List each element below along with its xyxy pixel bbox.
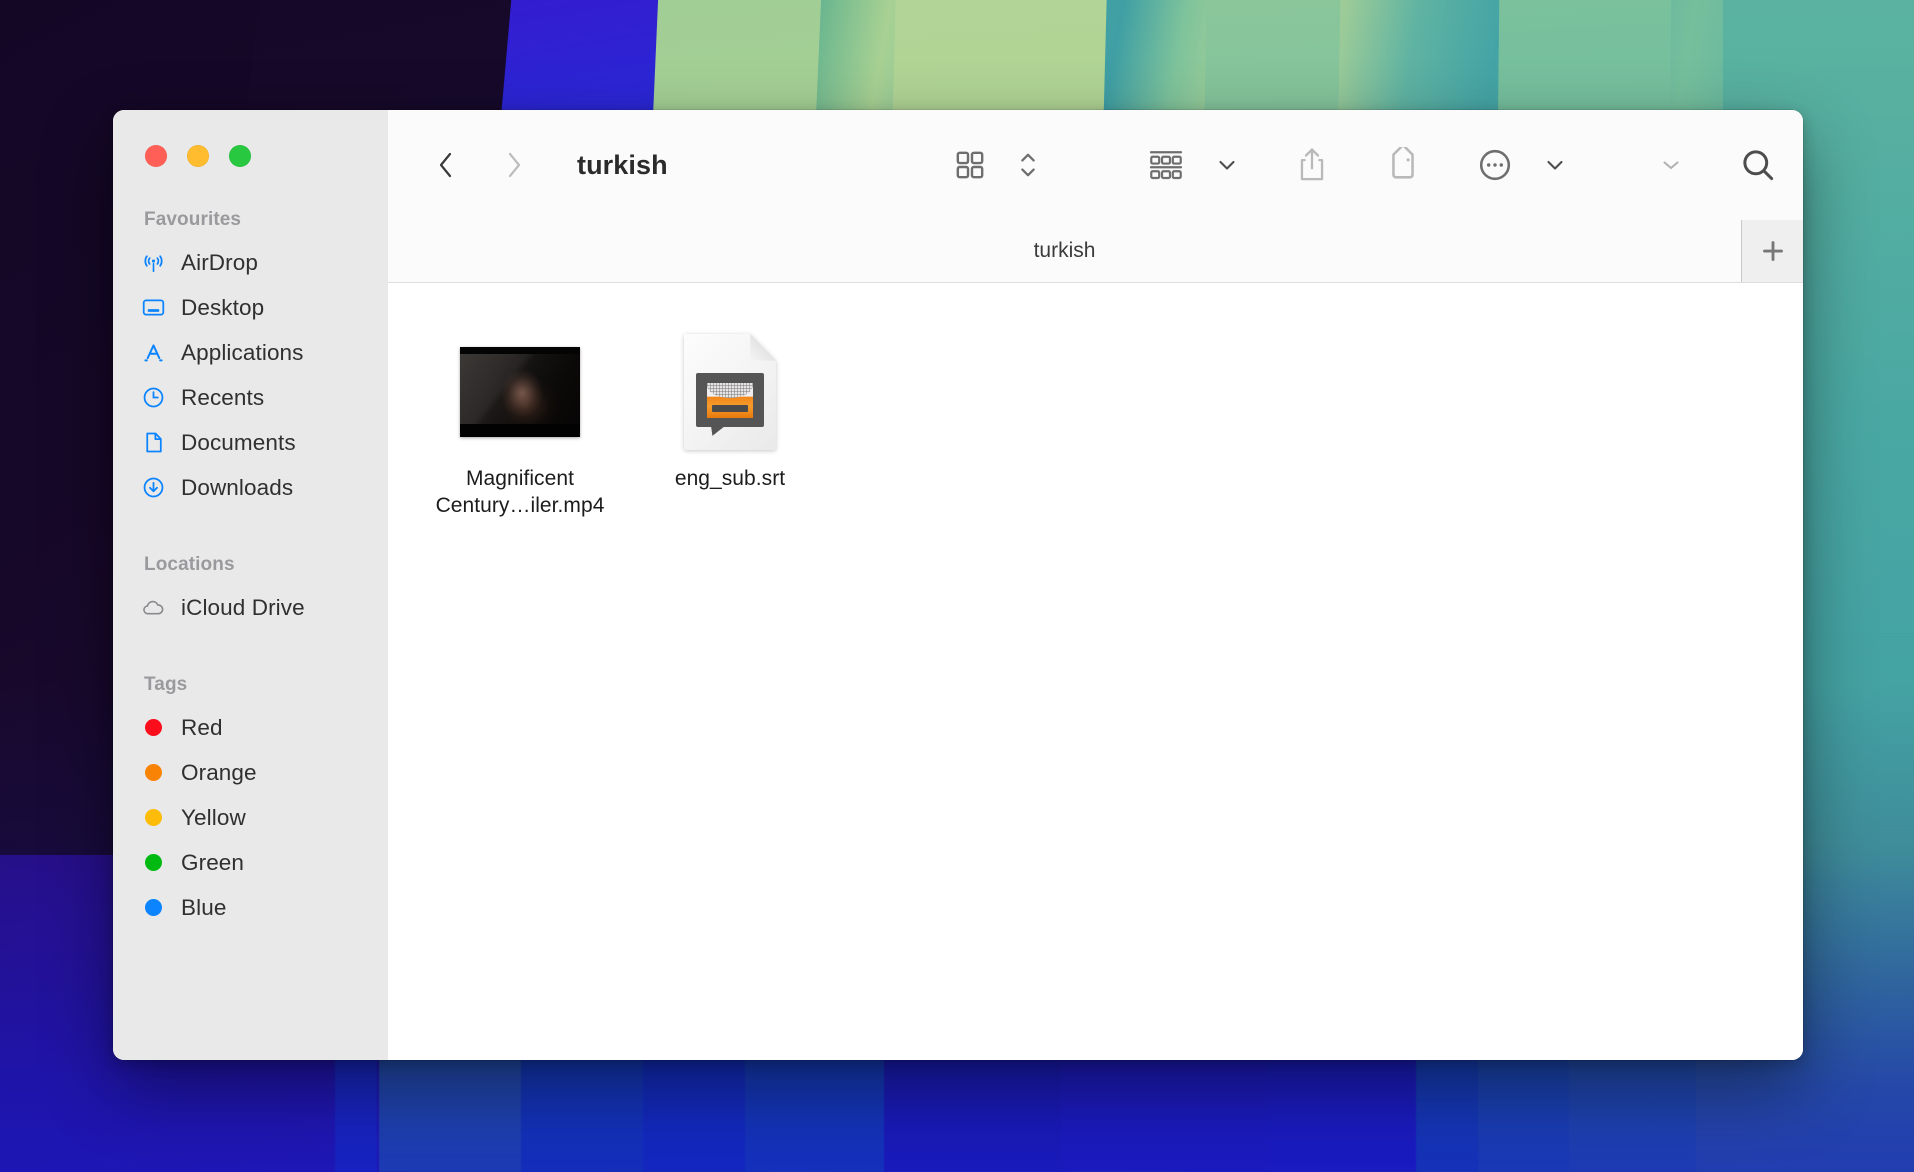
applications-icon [140,340,166,366]
file-item-subtitle[interactable]: eng_sub.srt [625,317,835,520]
file-name-label: eng_sub.srt [674,467,786,490]
tag-dot-icon [145,719,162,736]
forward-button[interactable] [494,145,534,185]
tab-turkish[interactable]: turkish [388,220,1741,282]
share-button[interactable] [1295,140,1329,190]
group-by-chevron-down-icon[interactable] [1215,140,1239,190]
sidebar-item-tag-green[interactable]: Green [113,840,388,885]
tag-dot-icon [145,764,162,781]
sidebar-item-downloads[interactable]: Downloads [113,465,388,510]
more-options-chevron-down-icon[interactable] [1543,140,1567,190]
desktop-icon [140,295,166,321]
content-pane: turkish turkish Magnificent Century…iler… [388,110,1803,1060]
sidebar-item-tag-blue[interactable]: Blue [113,885,388,930]
sidebar-item-label: Green [181,849,245,875]
sidebar-list-locations: iCloud Drive [113,585,388,630]
sidebar-item-documents[interactable]: Documents [113,420,388,465]
sidebar-item-icloud-drive[interactable]: iCloud Drive [113,585,388,630]
navigation-buttons [426,145,534,185]
minimize-button[interactable] [187,145,209,167]
window-controls [113,110,388,167]
sidebar-item-label: Documents [181,429,296,455]
sidebar-item-label: Yellow [181,804,246,830]
sidebar-item-label: Applications [181,339,304,365]
view-options-stepper[interactable] [1017,140,1039,190]
sidebar-item-tag-red[interactable]: Red [113,705,388,750]
toolbar-overflow-chevron-down-icon[interactable] [1659,140,1683,190]
close-button[interactable] [145,145,167,167]
tag-dot-icon [145,899,162,916]
sidebar: Favourites AirDrop Desktop Applications … [113,110,388,1060]
plus-icon [1762,241,1783,261]
recents-clock-icon [140,385,166,411]
finder-window: Favourites AirDrop Desktop Applications … [113,110,1803,1060]
sidebar-section-title-favourites: Favourites [144,209,242,230]
downloads-icon [140,475,166,501]
desktop-wallpaper: Favourites AirDrop Desktop Applications … [0,0,1914,1172]
file-name-label: Magnificent Century…iler.mp4 [435,467,605,517]
new-tab-button[interactable] [1741,220,1803,282]
icloud-drive-icon [140,595,166,621]
sidebar-section-title-tags: Tags [144,674,188,695]
sidebar-item-tag-orange[interactable]: Orange [113,750,388,795]
sidebar-item-label: Downloads [181,474,294,500]
documents-icon [140,430,166,456]
sidebar-item-label: Desktop [181,294,265,320]
file-grid: Magnificent Century…iler.mp4 eng_sub.srt [388,317,1803,520]
subtitle-document-icon [684,334,776,450]
video-thumbnail-icon [460,347,580,437]
tab-bar: turkish [388,220,1803,283]
group-by-button[interactable] [1147,140,1185,190]
page-title: turkish [577,149,668,180]
sidebar-item-label: AirDrop [181,249,258,275]
sidebar-item-desktop[interactable]: Desktop [113,285,388,330]
tag-dot-icon [145,809,162,826]
tag-button[interactable] [1385,140,1421,190]
tag-dot-icon [145,854,162,871]
sidebar-item-label: Blue [181,894,227,920]
sidebar-section-title-locations: Locations [144,554,235,575]
sidebar-item-applications[interactable]: Applications [113,330,388,375]
maximize-button[interactable] [229,145,251,167]
sidebar-item-label: iCloud Drive [181,594,305,620]
more-options-button[interactable] [1477,140,1513,190]
sidebar-item-airdrop[interactable]: AirDrop [113,240,388,285]
sidebar-item-label: Orange [181,759,257,785]
sidebar-list-favourites: AirDrop Desktop Applications Recents Doc… [113,240,388,510]
airdrop-icon [140,250,166,276]
back-button[interactable] [426,145,466,185]
sidebar-list-tags: Red Orange Yellow Green Blue [113,705,388,930]
sidebar-item-label: Recents [181,384,265,410]
file-thumbnail-wrap [460,327,580,457]
view-grid-button[interactable] [953,140,987,190]
file-thumbnail-wrap [684,327,776,457]
file-browser-area[interactable]: Magnificent Century…iler.mp4 eng_sub.srt [388,283,1803,1060]
sidebar-item-label: Red [181,714,223,740]
sidebar-item-tag-yellow[interactable]: Yellow [113,795,388,840]
sidebar-item-recents[interactable]: Recents [113,375,388,420]
file-item-video[interactable]: Magnificent Century…iler.mp4 [415,317,625,520]
tab-label: turkish [1033,239,1096,262]
search-button[interactable] [1739,140,1777,190]
toolbar: turkish [388,110,1803,220]
